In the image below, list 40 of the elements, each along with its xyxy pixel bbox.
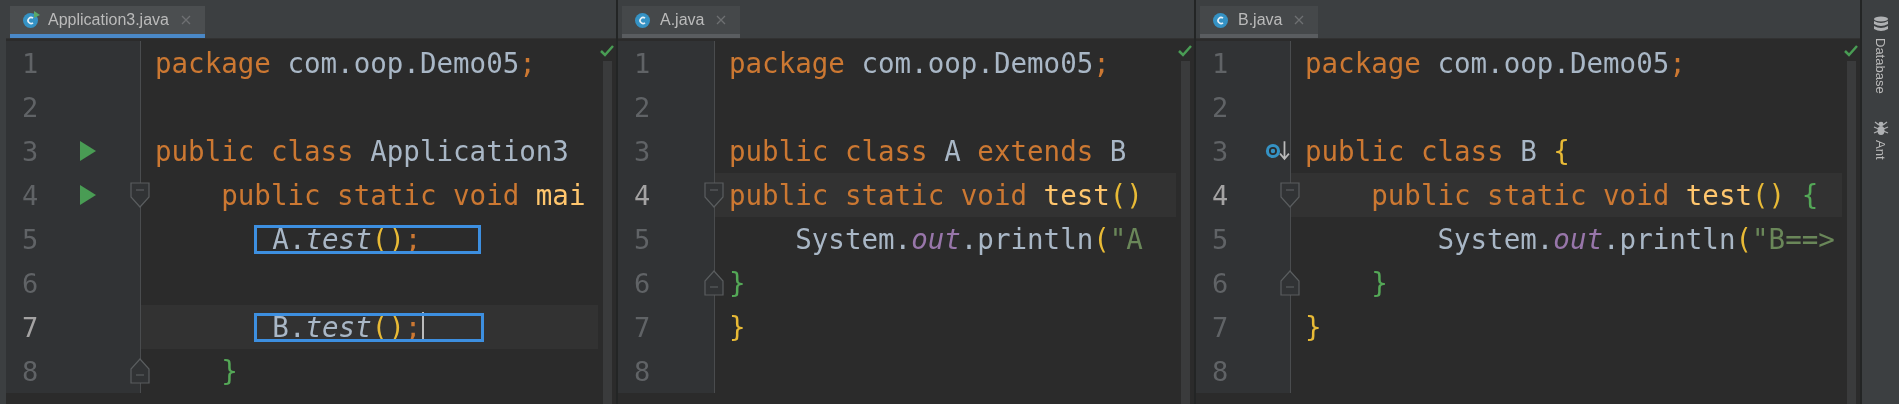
line-number: 7 [21,311,40,343]
editor-tab[interactable]: B.java [1200,6,1319,38]
fold-icon[interactable] [1280,270,1300,296]
fold-icon[interactable] [1280,182,1300,208]
code-line: public class Application3 [155,135,569,167]
fold-icon[interactable] [130,182,150,208]
code-line: package com.oop.Demo05; [729,47,1110,79]
close-icon[interactable] [716,15,727,25]
bug-icon [1872,119,1889,136]
close-icon[interactable] [180,15,191,25]
code-line: } [220,355,238,387]
code-line: public static void test() [729,179,1143,211]
line-number: 4 [633,179,652,211]
code-line: public static void test() { [1370,179,1819,211]
fold-icon[interactable] [704,270,724,296]
close-icon[interactable] [1294,15,1305,25]
editor-tab[interactable]: A.java [622,6,741,38]
tool-window-button[interactable]: Ant [1870,117,1891,162]
code-line: } [729,311,746,343]
check-icon [600,45,614,57]
tool-window-button[interactable]: Database [1870,14,1891,96]
code-line: } [1305,311,1322,343]
code-line: package com.oop.Demo05; [155,47,536,79]
code-line: public static void mai [220,179,586,211]
code-line: public class B { [1305,135,1570,167]
line-number: 4 [1211,179,1230,211]
run-icon[interactable] [80,141,96,161]
database-icon [1872,16,1889,34]
code-line: package com.oop.Demo05; [1305,47,1686,79]
editor-tab[interactable]: Application3.java [10,6,205,38]
code-line: } [729,267,746,299]
code-line: public class A extends B [729,135,1127,167]
fold-icon[interactable] [130,358,150,384]
run-icon[interactable] [80,185,96,205]
code-line: System.out.println("A [794,223,1143,255]
code-line: } [1370,267,1388,299]
check-icon [1178,45,1192,57]
code-line: System.out.println("B==> [1436,223,1835,255]
check-icon [1844,45,1858,57]
fold-icon[interactable] [704,182,724,208]
